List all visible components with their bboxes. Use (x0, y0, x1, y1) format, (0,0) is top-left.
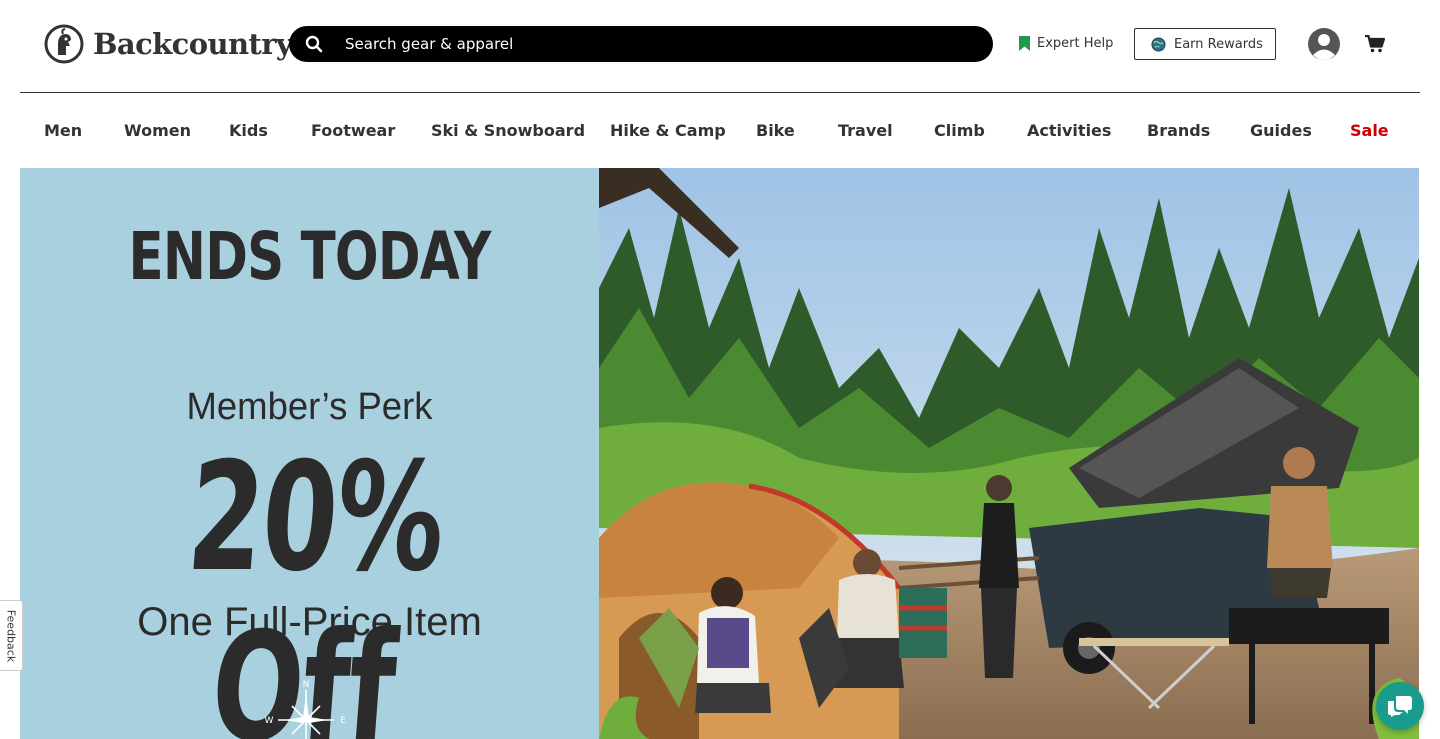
promo-panel: ENDS TODAY Member’s Perk 20% Off One Ful… (20, 168, 599, 739)
nav-item-climb[interactable]: Climb (934, 93, 985, 168)
compass-n: N (303, 680, 310, 690)
category-nav: Men Women Kids Footwear Ski & Snowboard … (0, 93, 1440, 168)
nav-item-activities[interactable]: Activities (1027, 93, 1111, 168)
nav-item-travel[interactable]: Travel (838, 93, 893, 168)
nav-item-kids[interactable]: Kids (229, 93, 268, 168)
compass-w: W (265, 716, 274, 726)
hero-banner[interactable]: ENDS TODAY Member’s Perk 20% Off One Ful… (20, 168, 1419, 739)
search-bar[interactable]: Search gear & apparel (289, 26, 993, 62)
nav-item-women[interactable]: Women (124, 93, 191, 168)
chat-button[interactable] (1376, 682, 1424, 730)
nav-item-ski-snowboard[interactable]: Ski & Snowboard (431, 93, 585, 168)
account-icon[interactable] (1307, 27, 1341, 61)
search-input[interactable]: Search gear & apparel (345, 26, 513, 62)
feedback-label: Feedback (4, 609, 18, 662)
promo-headline: ENDS TODAY (128, 218, 492, 295)
compass-icon: N W E (265, 680, 346, 739)
earn-rewards-label: Earn Rewards (1174, 36, 1263, 52)
nav-item-men[interactable]: Men (44, 93, 82, 168)
nav-item-guides[interactable]: Guides (1250, 93, 1312, 168)
backcountry-logo[interactable]: Backcountry (44, 24, 293, 64)
promo-detail: One Full-Price Item (137, 600, 482, 644)
expert-help-label: Expert Help (1037, 36, 1114, 51)
rewards-globe-icon (1151, 36, 1166, 52)
nav-item-hike-camp[interactable]: Hike & Camp (610, 93, 726, 168)
nav-item-bike[interactable]: Bike (756, 93, 795, 168)
nav-item-brands[interactable]: Brands (1147, 93, 1210, 168)
search-icon (305, 35, 323, 53)
chat-bubbles-icon (1388, 696, 1412, 717)
nav-item-sale[interactable]: Sale (1350, 93, 1389, 168)
goat-logo-icon (44, 24, 84, 64)
campsite-photo (599, 168, 1419, 739)
compass-e: E (340, 716, 346, 726)
promo-subhead: Member’s Perk (186, 386, 433, 428)
logo-text: Backcountry (93, 27, 293, 61)
earn-rewards-button[interactable]: Earn Rewards (1134, 28, 1276, 60)
expert-help-link[interactable]: Expert Help (1019, 36, 1113, 51)
feedback-tab[interactable]: Feedback (0, 600, 23, 671)
bookmark-icon (1019, 36, 1030, 51)
site-header: Backcountry Search gear & apparel Expert… (0, 0, 1440, 92)
nav-item-footwear[interactable]: Footwear (311, 93, 395, 168)
cart-icon[interactable] (1365, 35, 1385, 53)
